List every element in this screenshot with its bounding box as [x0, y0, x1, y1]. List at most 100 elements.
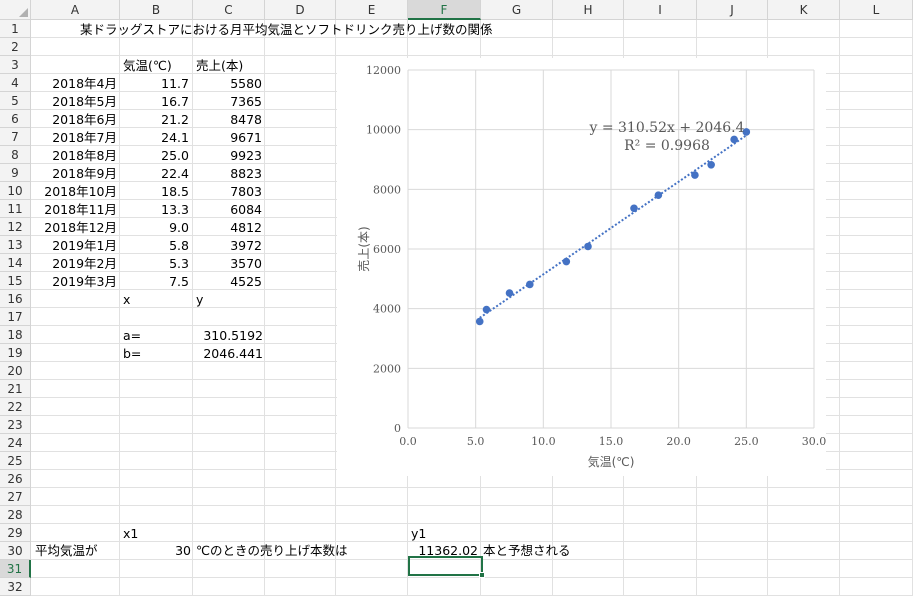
column-header-f[interactable]: F: [408, 0, 481, 20]
column-header-d[interactable]: D: [265, 0, 336, 20]
row-header-5[interactable]: 5: [0, 92, 31, 110]
row-header-7[interactable]: 7: [0, 128, 31, 146]
column-header-l[interactable]: L: [840, 0, 913, 20]
b-label[interactable]: b=: [123, 345, 141, 363]
row-header-18[interactable]: 18: [0, 326, 31, 344]
temp-cell[interactable]: 25.0: [120, 147, 189, 165]
sales-cell[interactable]: 7365: [193, 93, 262, 111]
y1-label[interactable]: y1: [411, 525, 426, 543]
month-cell[interactable]: 2018年9月: [31, 165, 117, 183]
temp-cell[interactable]: 5.3: [120, 255, 189, 273]
sales-cell[interactable]: 9671: [193, 129, 262, 147]
scatter-chart[interactable]: 0 2000 4000 6000 8000 10000 12000 0.0 5.0 10.0 15.…: [337, 58, 826, 476]
month-cell[interactable]: 2018年8月: [31, 147, 117, 165]
temp-cell[interactable]: 16.7: [120, 93, 189, 111]
row-header-10[interactable]: 10: [0, 182, 31, 200]
row-header-27[interactable]: 27: [0, 488, 31, 506]
sales-cell[interactable]: 9923: [193, 147, 262, 165]
sales-cell[interactable]: 8823: [193, 165, 262, 183]
end-text[interactable]: 本と予想される: [483, 542, 571, 560]
row-header-30[interactable]: 30: [0, 542, 31, 560]
row-header-4[interactable]: 4: [0, 74, 31, 92]
sales-cell[interactable]: 5580: [193, 75, 262, 93]
month-cell[interactable]: 2019年3月: [31, 273, 117, 291]
sales-cell[interactable]: 3972: [193, 237, 262, 255]
sales-cell[interactable]: 3570: [193, 255, 262, 273]
x-label[interactable]: x: [123, 291, 130, 309]
select-all-corner[interactable]: [0, 0, 31, 20]
avg-temp-text[interactable]: 平均気温が: [35, 542, 98, 560]
row-header-29[interactable]: 29: [0, 524, 31, 542]
row-header-11[interactable]: 11: [0, 200, 31, 218]
row-header-1[interactable]: 1: [0, 20, 31, 38]
temp-cell[interactable]: 21.2: [120, 111, 189, 129]
row-header-31[interactable]: 31: [0, 560, 31, 578]
row-header-16[interactable]: 16: [0, 290, 31, 308]
month-cell[interactable]: 2018年11月: [31, 201, 117, 219]
row-header-3[interactable]: 3: [0, 56, 31, 74]
row-header-20[interactable]: 20: [0, 362, 31, 380]
row-header-15[interactable]: 15: [0, 272, 31, 290]
month-cell[interactable]: 2019年2月: [31, 255, 117, 273]
month-cell[interactable]: 2018年5月: [31, 93, 117, 111]
row-header-2[interactable]: 2: [0, 38, 31, 56]
column-header-j[interactable]: J: [697, 0, 768, 20]
row-header-12[interactable]: 12: [0, 218, 31, 236]
header-sales[interactable]: 売上(本): [196, 57, 243, 75]
x1-label[interactable]: x1: [123, 525, 138, 543]
column-header-e[interactable]: E: [336, 0, 408, 20]
sheet-title[interactable]: 某ドラッグストアにおける月平均気温とソフトドリンク売り上げ数の関係: [80, 21, 493, 39]
sales-cell[interactable]: 4525: [193, 273, 262, 291]
active-cell-cursor[interactable]: [408, 556, 483, 576]
y-label[interactable]: y: [196, 291, 203, 309]
temp-cell[interactable]: 22.4: [120, 165, 189, 183]
header-temp[interactable]: 気温(℃): [123, 57, 172, 75]
temp-cell[interactable]: 18.5: [120, 183, 189, 201]
month-cell[interactable]: 2018年12月: [31, 219, 117, 237]
sales-cell[interactable]: 6084: [193, 201, 262, 219]
row-header-26[interactable]: 26: [0, 470, 31, 488]
row-header-8[interactable]: 8: [0, 146, 31, 164]
temp-cell[interactable]: 7.5: [120, 273, 189, 291]
column-header-a[interactable]: A: [31, 0, 120, 20]
row-header-9[interactable]: 9: [0, 164, 31, 182]
x-tick-label: 25.0: [734, 435, 759, 448]
sales-cell[interactable]: 4812: [193, 219, 262, 237]
month-cell[interactable]: 2018年10月: [31, 183, 117, 201]
sales-cell[interactable]: 7803: [193, 183, 262, 201]
column-header-g[interactable]: G: [481, 0, 553, 20]
temp-cell[interactable]: 24.1: [120, 129, 189, 147]
row-header-23[interactable]: 23: [0, 416, 31, 434]
row-header-6[interactable]: 6: [0, 110, 31, 128]
row-header-25[interactable]: 25: [0, 452, 31, 470]
month-cell[interactable]: 2018年4月: [31, 75, 117, 93]
b-value[interactable]: 2046.441: [193, 345, 263, 363]
row-header-17[interactable]: 17: [0, 308, 31, 326]
row-header-32[interactable]: 32: [0, 578, 31, 596]
row-header-13[interactable]: 13: [0, 236, 31, 254]
a-label[interactable]: a=: [123, 327, 141, 345]
mid-text[interactable]: ℃のときの売り上げ本数は: [196, 542, 348, 560]
month-cell[interactable]: 2018年6月: [31, 111, 117, 129]
temp-cell[interactable]: 9.0: [120, 219, 189, 237]
temp-cell[interactable]: 11.7: [120, 75, 189, 93]
column-header-b[interactable]: B: [120, 0, 193, 20]
temp-cell[interactable]: 5.8: [120, 237, 189, 255]
column-header-h[interactable]: H: [553, 0, 624, 20]
a-value[interactable]: 310.5192: [193, 327, 263, 345]
row-header-21[interactable]: 21: [0, 380, 31, 398]
temp-cell[interactable]: 13.3: [120, 201, 189, 219]
fill-handle[interactable]: [479, 572, 485, 578]
column-header-i[interactable]: I: [624, 0, 697, 20]
month-cell[interactable]: 2018年7月: [31, 129, 117, 147]
row-header-19[interactable]: 19: [0, 344, 31, 362]
row-header-28[interactable]: 28: [0, 506, 31, 524]
month-cell[interactable]: 2019年1月: [31, 237, 117, 255]
column-header-c[interactable]: C: [193, 0, 265, 20]
row-header-22[interactable]: 22: [0, 398, 31, 416]
column-header-k[interactable]: K: [768, 0, 840, 20]
row-header-14[interactable]: 14: [0, 254, 31, 272]
row-header-24[interactable]: 24: [0, 434, 31, 452]
sales-cell[interactable]: 8478: [193, 111, 262, 129]
x1-value[interactable]: 30: [121, 542, 191, 560]
